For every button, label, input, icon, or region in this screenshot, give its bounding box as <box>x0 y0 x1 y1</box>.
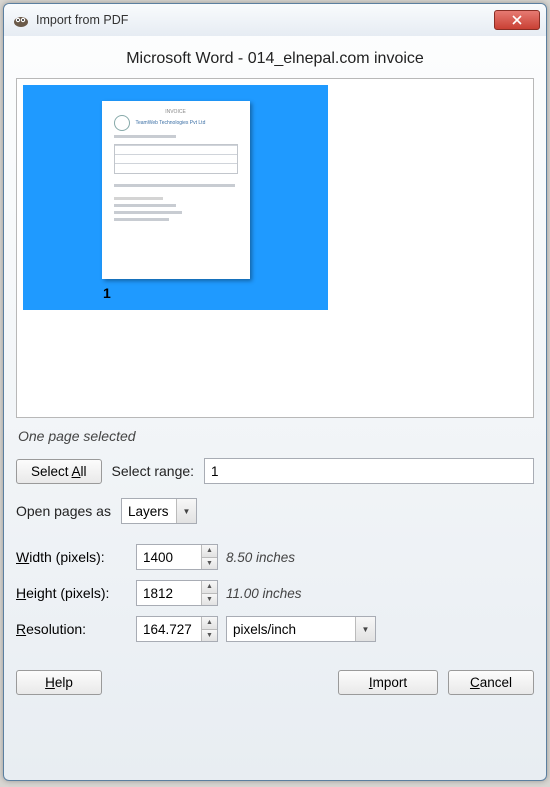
width-spinner[interactable]: ▲▼ <box>136 544 218 570</box>
resolution-unit-combo[interactable]: ▼ <box>226 616 376 642</box>
resolution-spinner[interactable]: ▲▼ <box>136 616 218 642</box>
height-spinner[interactable]: ▲▼ <box>136 580 218 606</box>
select-all-button[interactable]: Select All <box>16 459 102 484</box>
resolution-unit-value[interactable] <box>226 616 376 642</box>
cancel-button[interactable]: Cancel <box>448 670 534 695</box>
help-button[interactable]: Help <box>16 670 102 695</box>
width-label: Width (pixels): <box>16 549 128 565</box>
close-button[interactable] <box>494 10 540 30</box>
preview-area[interactable]: INVOICE TeamWeb Technologies Pvt Ltd 1 <box>16 78 534 418</box>
resolution-label: Resolution: <box>16 621 128 637</box>
chevron-down-icon[interactable]: ▼ <box>355 617 375 641</box>
spin-down-icon[interactable]: ▼ <box>201 630 217 642</box>
gimp-icon <box>12 11 30 29</box>
titlebar: Import from PDF <box>4 4 546 36</box>
width-hint: 8.50 inches <box>226 550 295 565</box>
spin-up-icon[interactable]: ▲ <box>201 545 217 558</box>
dialog-window: Import from PDF Microsoft Word - 014_eln… <box>3 3 547 781</box>
spin-down-icon[interactable]: ▼ <box>201 594 217 606</box>
select-range-label: Select range: <box>112 463 195 479</box>
page-thumbnail-selection[interactable]: INVOICE TeamWeb Technologies Pvt Ltd 1 <box>23 85 328 310</box>
dialog-body: Microsoft Word - 014_elnepal.com invoice… <box>4 36 546 780</box>
import-button[interactable]: Import <box>338 670 438 695</box>
selection-status: One page selected <box>18 428 534 444</box>
page-thumbnail[interactable]: INVOICE TeamWeb Technologies Pvt Ltd <box>102 101 250 279</box>
close-icon <box>512 15 522 25</box>
height-hint: 11.00 inches <box>226 586 302 601</box>
document-title: Microsoft Word - 014_elnepal.com invoice <box>16 50 534 68</box>
spin-down-icon[interactable]: ▼ <box>201 558 217 570</box>
spin-up-icon[interactable]: ▲ <box>201 617 217 630</box>
window-title: Import from PDF <box>36 13 494 27</box>
open-pages-as-combo[interactable]: ▼ <box>121 498 197 524</box>
height-label: Height (pixels): <box>16 585 128 601</box>
chevron-down-icon[interactable]: ▼ <box>176 499 196 523</box>
spin-up-icon[interactable]: ▲ <box>201 581 217 594</box>
open-pages-as-label: Open pages as <box>16 503 111 519</box>
select-range-input[interactable] <box>204 458 534 484</box>
page-number-label: 1 <box>103 285 111 301</box>
